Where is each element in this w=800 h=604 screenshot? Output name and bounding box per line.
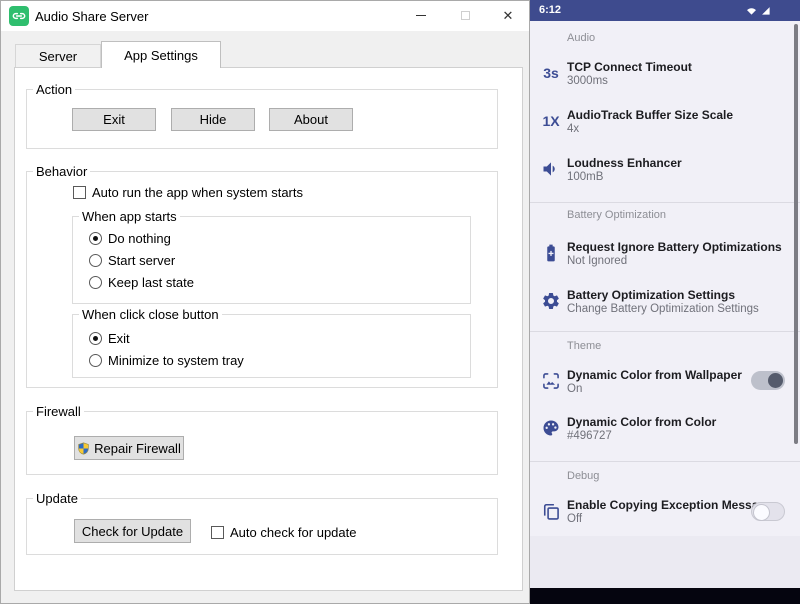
firewall-group-label: Firewall (33, 404, 84, 419)
setting-request-ignore-battery[interactable]: Request Ignore Battery Optimizations Not… (530, 238, 794, 272)
radio-keep-last-state[interactable]: Keep last state (89, 275, 194, 290)
close-button[interactable]: ✕ (487, 1, 529, 30)
radio-minimize-tray-label: Minimize to system tray (108, 353, 244, 368)
auto-check-update-label: Auto check for update (230, 525, 356, 540)
radio-keep-last-state-control[interactable] (89, 276, 102, 289)
wallpaper-icon (539, 368, 563, 394)
radio-start-server[interactable]: Start server (89, 253, 175, 268)
check-for-update-button[interactable]: Check for Update (74, 519, 191, 543)
repair-firewall-label: Repair Firewall (94, 441, 181, 456)
setting-loudness-enhancer[interactable]: Loudness Enhancer 100mB (530, 154, 794, 188)
autorun-checkbox[interactable] (73, 186, 86, 199)
radio-close-exit-label: Exit (108, 331, 130, 346)
scrollbar[interactable] (794, 24, 798, 444)
setting-value: On (567, 383, 582, 395)
setting-value: Not Ignored (567, 255, 627, 267)
wifi-icon (746, 5, 757, 16)
autorun-label: Auto run the app when system starts (92, 185, 303, 200)
status-icons (746, 5, 771, 16)
section-header-battery: Battery Optimization (567, 209, 666, 221)
status-time: 6:12 (539, 4, 561, 16)
when-app-starts-label: When app starts (79, 209, 180, 224)
section-divider (530, 331, 800, 332)
palette-icon (539, 415, 563, 441)
setting-battery-optimization-settings[interactable]: Battery Optimization Settings Change Bat… (530, 286, 794, 320)
section-divider (530, 202, 800, 203)
radio-keep-last-state-label: Keep last state (108, 275, 194, 290)
radio-start-server-label: Start server (108, 253, 175, 268)
setting-audiotrack-buffer-scale[interactable]: 1X AudioTrack Buffer Size Scale 4x (530, 106, 794, 140)
battery-plus-icon (539, 240, 563, 266)
wallpaper-color-toggle[interactable] (751, 371, 785, 390)
exit-button[interactable]: Exit (72, 108, 156, 131)
radio-close-exit[interactable]: Exit (89, 331, 130, 346)
gear-icon (539, 288, 563, 314)
setting-value: 100mB (567, 171, 603, 183)
radio-close-exit-control[interactable] (89, 332, 102, 345)
auto-check-update-checkbox[interactable] (211, 526, 224, 539)
setting-title: Dynamic Color from Wallpaper (567, 368, 742, 382)
uac-shield-icon (77, 442, 90, 455)
repair-firewall-button[interactable]: Repair Firewall (74, 436, 184, 460)
radio-start-server-control[interactable] (89, 254, 102, 267)
radio-do-nothing-label: Do nothing (108, 231, 171, 246)
radio-minimize-tray[interactable]: Minimize to system tray (89, 353, 244, 368)
tab-app-settings[interactable]: App Settings (101, 41, 221, 68)
section-header-audio: Audio (567, 32, 595, 44)
setting-title: Enable Copying Exception Message (567, 498, 772, 512)
when-close-label: When click close button (79, 307, 222, 322)
copy-exception-toggle[interactable] (751, 502, 785, 521)
setting-value: 3000ms (567, 75, 608, 87)
buffer-1x-icon: 1X (539, 108, 563, 134)
tcp-timeout-3s-icon: 3s (539, 60, 563, 86)
setting-value: Off (567, 513, 582, 525)
minimize-button[interactable] (399, 1, 443, 30)
maximize-button (443, 1, 487, 30)
android-settings-screen: 6:12 Audio 3s TCP Connect Timeout 3000ms… (530, 0, 800, 604)
screenshot-root: Audio Share Server ✕ Server App Settings… (0, 0, 800, 604)
auto-check-update-row[interactable]: Auto check for update (211, 525, 356, 540)
volume-icon (539, 156, 563, 182)
status-bar: 6:12 (530, 0, 800, 21)
behavior-group-label: Behavior (33, 164, 90, 179)
radio-minimize-tray-control[interactable] (89, 354, 102, 367)
setting-value: #496727 (567, 430, 612, 442)
autorun-checkbox-row[interactable]: Auto run the app when system starts (73, 185, 303, 200)
setting-title: AudioTrack Buffer Size Scale (567, 108, 733, 122)
bottom-nav-bar: Home Settings (530, 536, 800, 588)
radio-do-nothing-control[interactable] (89, 232, 102, 245)
when-close-group: When click close button (72, 314, 471, 378)
hide-button[interactable]: Hide (171, 108, 255, 131)
update-group-label: Update (33, 491, 81, 506)
setting-title: Dynamic Color from Color (567, 415, 716, 429)
title-bar: Audio Share Server ✕ (1, 1, 529, 31)
action-group-label: Action (33, 82, 75, 97)
copy-icon (539, 498, 563, 524)
setting-title: Loudness Enhancer (567, 156, 682, 170)
tab-server[interactable]: Server (15, 44, 101, 67)
audio-share-server-window: Audio Share Server ✕ Server App Settings… (0, 0, 530, 604)
setting-value: Change Battery Optimization Settings (567, 303, 759, 315)
setting-dynamic-color-color[interactable]: Dynamic Color from Color #496727 (530, 413, 794, 447)
radio-do-nothing[interactable]: Do nothing (89, 231, 171, 246)
section-divider (530, 461, 800, 462)
setting-title: Battery Optimization Settings (567, 288, 735, 302)
section-header-debug: Debug (567, 470, 599, 482)
window-title: Audio Share Server (35, 9, 148, 24)
section-header-theme: Theme (567, 340, 601, 352)
setting-title: TCP Connect Timeout (567, 60, 692, 74)
about-button[interactable]: About (269, 108, 353, 131)
app-logo-icon (9, 6, 29, 26)
setting-value: 4x (567, 123, 579, 135)
setting-tcp-connect-timeout[interactable]: 3s TCP Connect Timeout 3000ms (530, 58, 794, 92)
setting-title: Request Ignore Battery Optimizations (567, 240, 782, 254)
cellular-signal-icon (760, 5, 771, 16)
gesture-nav-bar (530, 588, 800, 604)
